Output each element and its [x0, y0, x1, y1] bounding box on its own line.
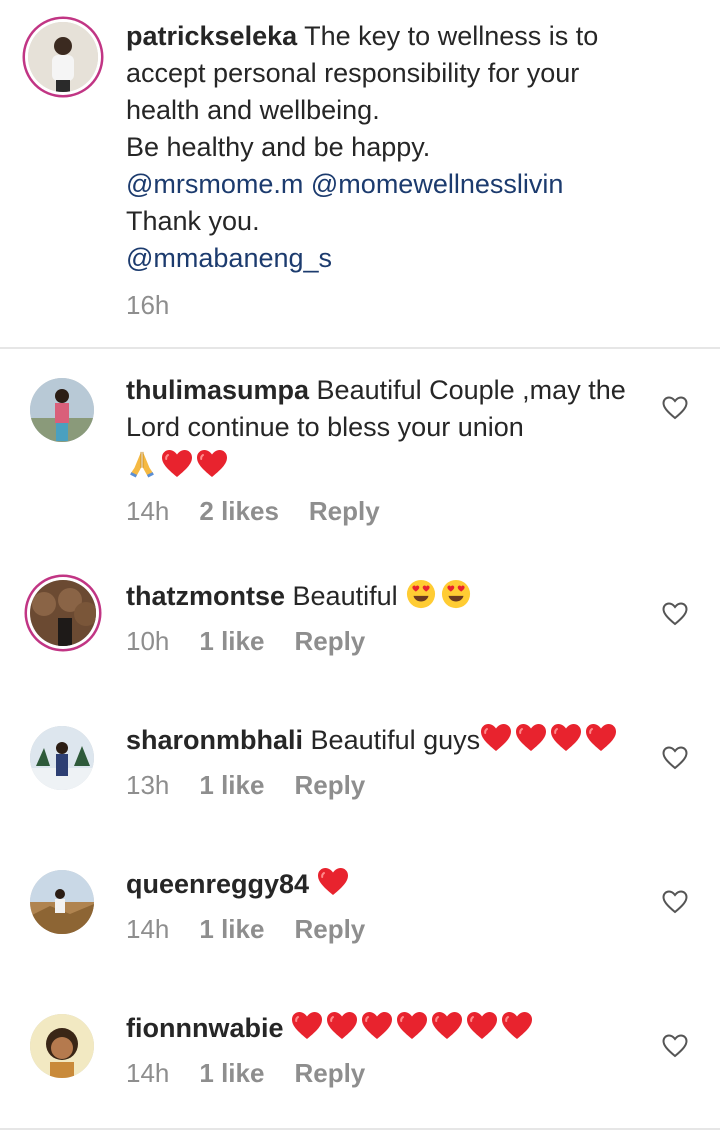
comment-username[interactable]: sharonmbhali: [126, 725, 303, 755]
avatar-image: [30, 580, 96, 646]
comment-meta: 10h 1 like Reply: [126, 626, 395, 657]
reply-button[interactable]: Reply: [294, 626, 365, 656]
caption-time: 16h: [126, 290, 170, 320]
comment-text: queenreggy84: [126, 866, 352, 903]
comment-username[interactable]: thatzmontse: [126, 581, 285, 611]
avatar[interactable]: [30, 580, 96, 646]
avatar[interactable]: [28, 22, 98, 92]
like-heart-icon[interactable]: [662, 602, 688, 626]
heart-eyes-emoji-icon: [440, 579, 472, 609]
red-heart-emoji-icon: [291, 1011, 323, 1041]
like-heart-icon[interactable]: [662, 890, 688, 914]
caption-line: The key to wellness is to: [304, 21, 599, 51]
red-heart-emoji-icon: [585, 723, 617, 753]
comment-text: thulimasumpa Beautiful Couple ,may the L…: [126, 372, 626, 485]
red-heart-emoji-icon: [396, 1011, 428, 1041]
caption-mentions[interactable]: @mmabaneng_s: [126, 240, 598, 277]
post-caption: patrickseleka The key to wellness is to …: [0, 0, 720, 348]
comment-body: Beautiful: [292, 581, 398, 611]
avatar-image: [30, 378, 94, 442]
red-heart-emoji-icon: [161, 449, 193, 479]
likes-count-button[interactable]: 1 like: [199, 1058, 264, 1088]
red-heart-emoji-icon: [196, 449, 228, 479]
red-heart-emoji-icon: [326, 1011, 358, 1041]
divider: [0, 347, 720, 349]
avatar-image: [30, 870, 94, 934]
comment-meta: 14h 1 like Reply: [126, 914, 395, 945]
red-heart-emoji-icon: [466, 1011, 498, 1041]
avatar[interactable]: [30, 870, 94, 934]
comment-username[interactable]: queenreggy84: [126, 869, 309, 899]
red-heart-emoji-icon: [361, 1011, 393, 1041]
like-heart-icon[interactable]: [662, 746, 688, 770]
comment-meta: 14h 2 likes Reply: [126, 496, 410, 527]
caption-username[interactable]: patrickseleka: [126, 21, 297, 51]
red-heart-emoji-icon: [317, 867, 349, 897]
likes-count-button[interactable]: 2 likes: [199, 496, 279, 526]
avatar-image: [28, 22, 98, 92]
like-heart-icon[interactable]: [662, 396, 688, 420]
comment-username[interactable]: fionnnwabie: [126, 1013, 284, 1043]
red-heart-emoji-icon: [501, 1011, 533, 1041]
avatar-image: [30, 726, 94, 790]
likes-count-button[interactable]: 1 like: [199, 626, 264, 656]
caption-line: accept personal responsibility for your: [126, 58, 580, 88]
avatar[interactable]: [30, 726, 94, 790]
likes-count-button[interactable]: 1 like: [199, 770, 264, 800]
red-heart-emoji-icon: [550, 723, 582, 753]
like-heart-icon[interactable]: [662, 1034, 688, 1058]
reply-button[interactable]: Reply: [294, 1058, 365, 1088]
comment-body: Beautiful guys: [310, 725, 481, 755]
comment-time: 14h: [126, 1058, 170, 1088]
likes-count-button[interactable]: 1 like: [199, 914, 264, 944]
caption-mentions[interactable]: @mrsmome.m @momewellnesslivin: [126, 166, 598, 203]
avatar[interactable]: [30, 378, 94, 442]
pray-emoji-icon: [126, 449, 158, 479]
reply-button[interactable]: Reply: [294, 914, 365, 944]
avatar-image: [30, 1014, 94, 1078]
caption-line: Thank you.: [126, 206, 260, 236]
comment-time: 14h: [126, 914, 170, 944]
caption-line: Be healthy and be happy.: [126, 132, 431, 162]
comment-body: Lord continue to bless your union: [126, 412, 524, 442]
comment-time: 13h: [126, 770, 170, 800]
comment-text: thatzmontse Beautiful: [126, 578, 475, 615]
comment-meta: 13h 1 like Reply: [126, 770, 395, 801]
comment-time: 14h: [126, 496, 170, 526]
comment-time: 10h: [126, 626, 170, 656]
caption-text: patrickseleka The key to wellness is to …: [126, 18, 598, 277]
comment-meta: 14h 1 like Reply: [126, 1058, 395, 1089]
comment-username[interactable]: thulimasumpa: [126, 375, 309, 405]
red-heart-emoji-icon: [515, 723, 547, 753]
comment-emojis: [126, 448, 626, 485]
avatar[interactable]: [30, 1014, 94, 1078]
comment-text: sharonmbhali Beautiful guys: [126, 722, 620, 759]
heart-eyes-emoji-icon: [405, 579, 437, 609]
reply-button[interactable]: Reply: [294, 770, 365, 800]
divider: [0, 1128, 720, 1130]
caption-line: health and wellbeing.: [126, 95, 380, 125]
comment-body: Beautiful Couple ,may the: [316, 375, 626, 405]
comment-text: fionnnwabie: [126, 1010, 536, 1047]
red-heart-emoji-icon: [431, 1011, 463, 1041]
reply-button[interactable]: Reply: [309, 496, 380, 526]
red-heart-emoji-icon: [480, 723, 512, 753]
